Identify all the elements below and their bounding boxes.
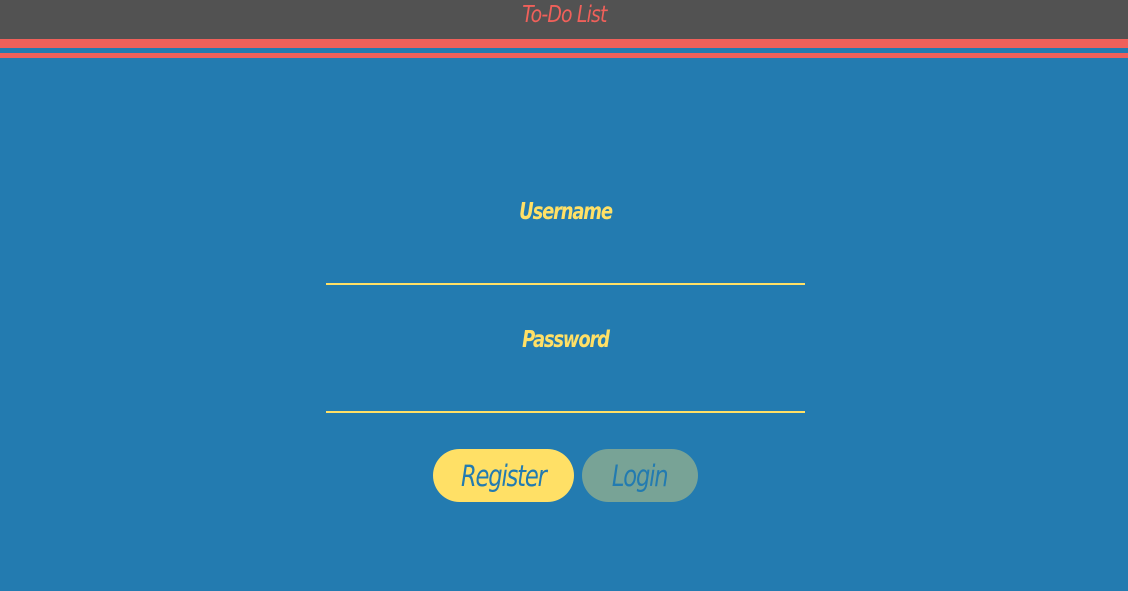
register-button-label: Register xyxy=(461,458,547,493)
username-label: Username xyxy=(519,199,613,225)
register-button[interactable]: Register xyxy=(433,449,574,502)
login-button[interactable]: Login xyxy=(582,449,698,502)
app-root: To-Do List Username Password Register Lo… xyxy=(0,0,1128,591)
login-button-label: Login xyxy=(612,458,669,493)
password-input[interactable] xyxy=(326,387,805,413)
password-label: Password xyxy=(522,327,610,353)
app-title: To-Do List xyxy=(521,2,607,28)
header-stripe-top xyxy=(0,39,1128,48)
header-bar: To-Do List xyxy=(0,0,1128,39)
header-stripe-bottom xyxy=(0,53,1128,58)
username-input[interactable] xyxy=(326,259,805,285)
